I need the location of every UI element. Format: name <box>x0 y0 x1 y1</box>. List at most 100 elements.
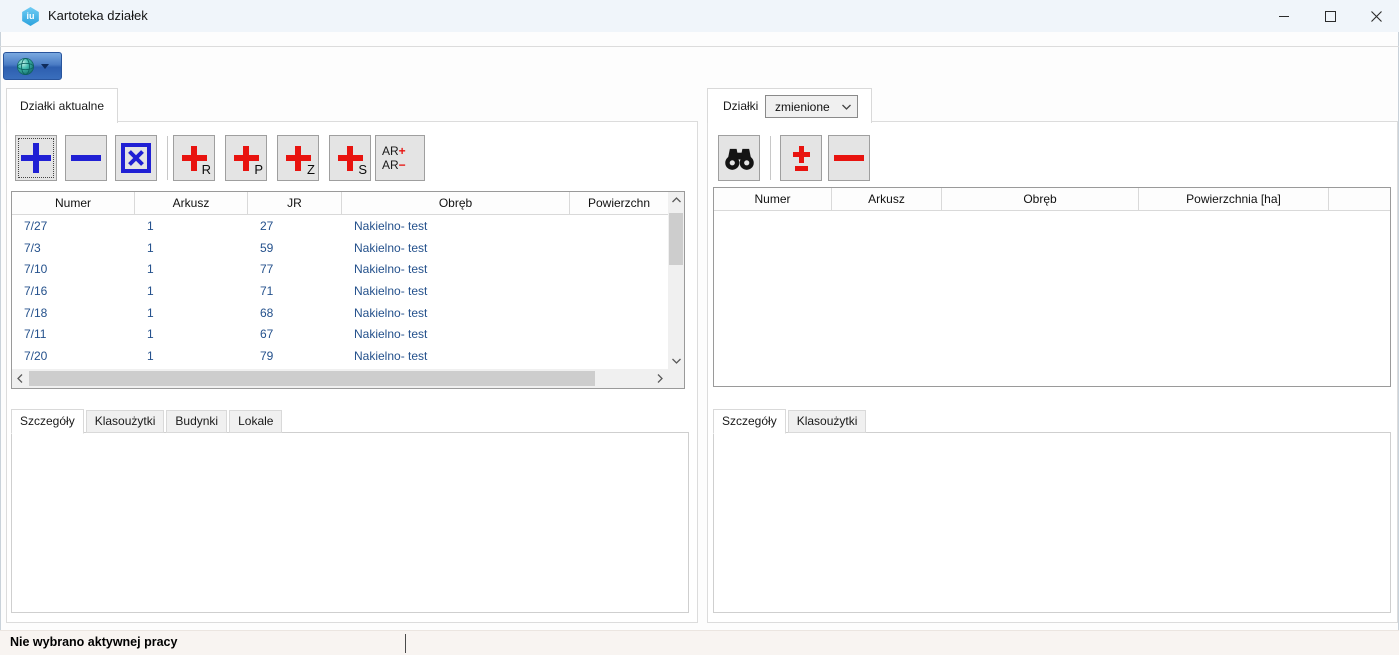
cell-numer: 7/20 <box>12 349 135 363</box>
cell-obreb: Nakielno- test <box>342 349 570 363</box>
vertical-scroll-thumb[interactable] <box>669 213 683 265</box>
tab-szczegoly[interactable]: Szczegóły <box>11 409 84 434</box>
column-header-obreb[interactable]: Obręb <box>942 188 1139 210</box>
cell-arkusz: 1 <box>135 262 248 276</box>
right-details-panel <box>713 432 1391 613</box>
delete-parcel-button[interactable] <box>115 135 157 181</box>
cell-arkusz: 1 <box>135 306 248 320</box>
cell-numer: 7/3 <box>12 241 135 255</box>
chevron-down-icon <box>672 358 681 364</box>
cell-numer: 7/11 <box>12 327 135 341</box>
cell-jr: 67 <box>248 327 342 341</box>
cell-obreb: Nakielno- test <box>342 219 570 233</box>
chevron-down-icon <box>842 104 851 110</box>
tab-klasouzytki[interactable]: Klasoużytki <box>788 410 867 433</box>
add-s-button[interactable]: S <box>329 135 371 181</box>
table-row[interactable]: 7/10 1 77 Nakielno- test <box>12 258 668 280</box>
plus-icon <box>793 146 810 163</box>
minus-icon <box>795 166 808 171</box>
globe-icon <box>16 57 35 76</box>
remove-changed-parcel-button[interactable] <box>828 135 870 181</box>
column-header-powierzchnia[interactable]: Powierzchn <box>570 192 668 214</box>
minimize-button[interactable] <box>1261 0 1307 32</box>
vertical-scrollbar[interactable] <box>668 192 684 369</box>
cell-numer: 7/18 <box>12 306 135 320</box>
table-row[interactable]: 7/3 1 59 Nakielno- test <box>12 237 668 259</box>
add-parcel-button[interactable] <box>15 135 57 181</box>
binoculars-icon <box>724 145 755 171</box>
cell-numer: 7/10 <box>12 262 135 276</box>
column-header-jr[interactable]: JR <box>248 192 342 214</box>
current-parcels-table: Numer Arkusz JR Obręb Powierzchn 7/27 1 … <box>11 191 685 389</box>
plus-icon <box>21 143 51 173</box>
remove-parcel-button[interactable] <box>65 135 107 181</box>
minus-icon <box>834 155 864 161</box>
minimize-icon <box>1279 16 1289 17</box>
tab-szczegoly[interactable]: Szczegóły <box>713 409 786 434</box>
right-detail-tabs: Szczegóły Klasoużytki <box>713 409 868 433</box>
ar-minus-line: AR− <box>382 158 406 172</box>
cell-arkusz: 1 <box>135 284 248 298</box>
horizontal-scroll-thumb[interactable] <box>29 371 595 386</box>
toolbar-separator <box>167 136 168 180</box>
dzialki-label: Działki <box>723 99 758 113</box>
letter-z: Z <box>307 162 315 177</box>
add-z-button[interactable]: Z <box>277 135 319 181</box>
title-bar: iu Kartoteka działek <box>0 0 1399 32</box>
table-row[interactable]: 7/18 1 68 Nakielno- test <box>12 302 668 324</box>
tab-lokale[interactable]: Lokale <box>229 410 282 433</box>
table-row[interactable]: 7/27 1 27 Nakielno- test <box>12 215 668 237</box>
tab-budynki[interactable]: Budynki <box>166 410 227 433</box>
add-p-button[interactable]: P <box>225 135 267 181</box>
cell-obreb: Nakielno- test <box>342 262 570 276</box>
tab-label: Działki aktualne <box>20 99 104 113</box>
scroll-down-button[interactable] <box>668 353 684 369</box>
cell-obreb: Nakielno- test <box>342 306 570 320</box>
x-box-icon <box>120 142 152 174</box>
table-row[interactable]: 7/16 1 71 Nakielno- test <box>12 280 668 302</box>
scroll-right-button[interactable] <box>652 369 668 388</box>
add-remove-parcel-button[interactable] <box>780 135 822 181</box>
column-header-arkusz[interactable]: Arkusz <box>832 188 942 210</box>
table-header-row: Numer Arkusz Obręb Powierzchnia [ha] <box>714 188 1390 211</box>
chevron-up-icon <box>672 197 681 203</box>
close-button[interactable] <box>1353 0 1399 32</box>
parcel-state-combobox[interactable]: zmienione <box>765 95 858 118</box>
close-icon <box>1371 11 1382 22</box>
left-detail-tabs: Szczegóły Klasoużytki Budynki Lokale <box>11 409 284 433</box>
column-header-arkusz[interactable]: Arkusz <box>135 192 248 214</box>
toolbar-separator <box>770 136 771 180</box>
table-row[interactable]: 7/11 1 67 Nakielno- test <box>12 324 668 346</box>
scroll-left-button[interactable] <box>12 369 28 388</box>
cell-jr: 59 <box>248 241 342 255</box>
map-globe-dropdown-button[interactable] <box>3 52 62 80</box>
cell-arkusz: 1 <box>135 349 248 363</box>
chevron-right-icon <box>657 374 663 383</box>
cell-obreb: Nakielno- test <box>342 284 570 298</box>
toolbar-divider <box>0 46 1399 47</box>
ar-plus-minus-button[interactable]: AR+ AR− <box>375 135 425 181</box>
cell-obreb: Nakielno- test <box>342 327 570 341</box>
tab-dzialki-zmienione: Działki zmienione <box>707 88 872 123</box>
status-separator <box>405 634 406 653</box>
maximize-button[interactable] <box>1307 0 1353 32</box>
table-row[interactable]: 7/20 1 79 Nakielno- test <box>12 345 668 367</box>
left-details-panel <box>11 432 689 613</box>
combobox-value: zmienione <box>775 100 830 114</box>
status-message: Nie wybrano aktywnej pracy <box>10 635 177 649</box>
column-header-numer[interactable]: Numer <box>714 188 832 210</box>
search-parcel-button[interactable] <box>718 135 760 181</box>
cell-jr: 79 <box>248 349 342 363</box>
right-panel-groupbox: Numer Arkusz Obręb Powierzchnia [ha] Szc… <box>707 121 1398 623</box>
column-header-numer[interactable]: Numer <box>12 192 135 214</box>
chevron-left-icon <box>17 374 23 383</box>
column-header-obreb[interactable]: Obręb <box>342 192 570 214</box>
window-controls <box>1261 0 1399 32</box>
tab-dzialki-aktualne[interactable]: Działki aktualne <box>6 88 118 123</box>
tab-klasouzytki[interactable]: Klasoużytki <box>86 410 165 433</box>
column-header-powierzchnia[interactable]: Powierzchnia [ha] <box>1139 188 1329 210</box>
scroll-up-button[interactable] <box>668 192 684 208</box>
minus-icon <box>71 155 101 161</box>
add-r-button[interactable]: R <box>173 135 215 181</box>
horizontal-scrollbar[interactable] <box>12 369 668 388</box>
